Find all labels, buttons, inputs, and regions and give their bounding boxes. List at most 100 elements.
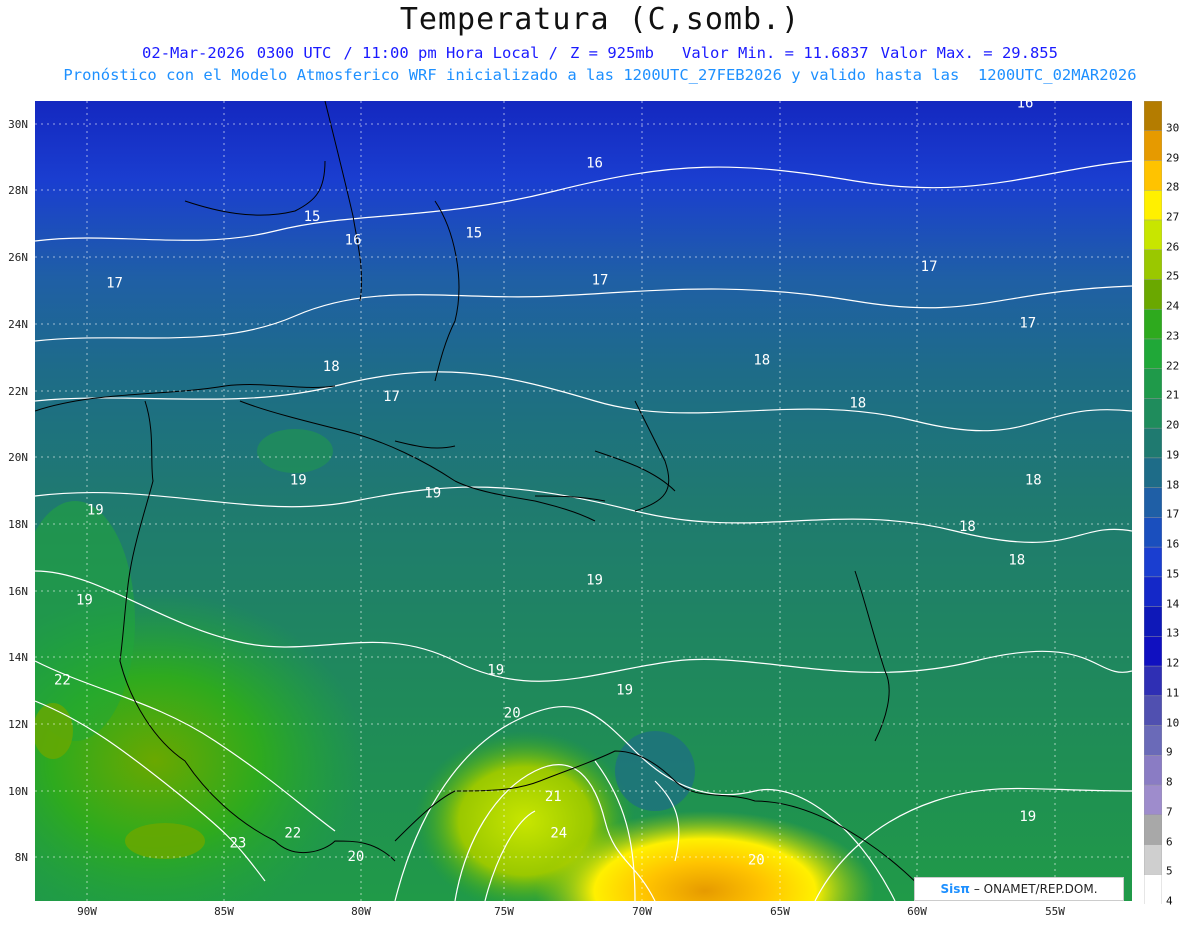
color-scale-swatch [1144, 457, 1162, 489]
lon-tick-label: 70W [632, 905, 652, 918]
lat-tick-label: 20N [8, 451, 28, 464]
color-scale-swatch [1144, 101, 1162, 132]
color-scale-swatch [1144, 874, 1162, 904]
color-scale-swatch [1144, 725, 1162, 757]
color-scale-swatch [1144, 160, 1162, 191]
forecast-date: 02-Mar-2026 [142, 44, 245, 62]
color-scale-swatch [1144, 427, 1162, 459]
contour-label: 16 [586, 156, 603, 172]
contour-label: 20 [347, 849, 364, 865]
contour-label: 19 [1019, 809, 1036, 825]
color-scale-label: 21 [1166, 388, 1180, 402]
color-scale-swatch [1144, 338, 1162, 370]
color-scale-swatch [1144, 844, 1162, 876]
color-scale-label: 6 [1166, 835, 1173, 849]
contour-label: 17 [383, 389, 400, 405]
lat-tick-label: 14N [8, 651, 28, 664]
contour-label: 19 [87, 502, 104, 518]
model-info: Pronóstico con el Modelo Atmosferico WRF… [63, 66, 1137, 84]
color-scale-label: 30 [1166, 121, 1180, 135]
color-scale-label: 24 [1166, 299, 1180, 313]
lat-tick-label: 26N [8, 251, 28, 264]
warm-patch [125, 823, 205, 859]
contour-label: 15 [304, 209, 321, 225]
color-scale-label: 18 [1166, 478, 1180, 492]
credit-box: Sisπ – ONAMET/REP.DOM. [914, 877, 1124, 901]
contour-label: 16 [345, 232, 362, 248]
color-scale-swatch [1144, 308, 1162, 340]
color-scale-label: 20 [1166, 418, 1180, 432]
color-scale-swatch [1144, 487, 1162, 519]
color-scale-label: 13 [1166, 626, 1180, 640]
color-scale-swatch [1144, 398, 1162, 429]
lon-tick-label: 65W [770, 905, 790, 918]
color-scale-label: 7 [1166, 805, 1173, 819]
color-scale-swatch [1144, 576, 1162, 608]
contour-label: 18 [323, 359, 340, 375]
color-scale-swatch [1144, 249, 1162, 281]
contour-label: 20 [504, 706, 521, 722]
contour-label: 16 [1017, 101, 1034, 112]
color-scale-label: 12 [1166, 656, 1180, 670]
max-value: Valor Max. = 29.855 [880, 44, 1058, 62]
color-scale-label: 26 [1166, 240, 1180, 254]
contour-label: 21 [545, 789, 562, 805]
contour-label: 18 [1025, 472, 1042, 488]
color-scale-swatch [1144, 606, 1162, 638]
map-title: Temperatura (C,somb.) [399, 2, 801, 37]
color-scale-swatch [1144, 279, 1162, 310]
contour-label: 17 [592, 272, 609, 288]
contour-label: 19 [487, 662, 504, 678]
color-scale-label: 22 [1166, 359, 1180, 373]
color-scale-label: 25 [1166, 269, 1180, 283]
color-scale-swatch [1144, 814, 1162, 846]
color-scale-label: 11 [1166, 686, 1180, 700]
cool-patch [257, 429, 333, 473]
contour-label: 18 [849, 396, 866, 412]
contour-label: 22 [284, 826, 301, 842]
contour-label: 19 [586, 572, 603, 588]
contour-label: 22 [54, 672, 71, 688]
contour-label: 23 [229, 836, 246, 852]
forecast-local-time: / 11:00 pm Hora Local / [343, 44, 558, 62]
contour-label: 18 [753, 352, 770, 368]
lat-tick-label: 24N [8, 318, 28, 331]
pressure-level: Z = 925mb [570, 44, 654, 62]
color-scale-label: 16 [1166, 537, 1180, 551]
color-scale-label: 4 [1166, 894, 1173, 908]
color-scale-label: 8 [1166, 775, 1173, 789]
lon-tick-label: 90W [77, 905, 97, 918]
color-scale-label: 29 [1166, 151, 1180, 164]
contour-label: 17 [1019, 316, 1036, 332]
color-scale-swatch [1144, 517, 1162, 548]
lat-tick-label: 8N [14, 851, 28, 864]
color-scale-label: 5 [1166, 864, 1173, 878]
lon-tick-label: 75W [494, 905, 514, 918]
color-scale [1144, 101, 1162, 904]
color-scale-swatch [1144, 130, 1162, 162]
color-scale-label: 17 [1166, 507, 1180, 521]
lat-tick-label: 28N [8, 184, 28, 197]
color-scale-swatch [1144, 695, 1162, 727]
color-scale-swatch [1144, 784, 1162, 816]
lat-tick-label: 30N [8, 118, 28, 131]
temperature-map: 16 16 15 16 15 17 17 17 17 18 18 17 18 19 19 18 19 18 18 19… [35, 101, 1132, 901]
lon-tick-label: 80W [351, 905, 371, 918]
contour-label: 24 [550, 826, 567, 842]
contour-label: 18 [959, 519, 976, 535]
lon-tick-label: 85W [214, 905, 234, 918]
contour-label: 19 [616, 682, 633, 698]
color-scale-label: 9 [1166, 745, 1173, 759]
color-scale-label: 14 [1166, 597, 1180, 611]
lat-tick-label: 12N [8, 718, 28, 731]
color-scale-swatch [1144, 546, 1162, 578]
min-value: Valor Min. = 11.6837 [682, 44, 869, 62]
color-scale-label: 28 [1166, 180, 1180, 194]
color-scale-swatch [1144, 755, 1162, 786]
contour-label: 19 [76, 592, 93, 608]
color-scale-swatch [1144, 368, 1162, 400]
color-scale-swatch [1144, 189, 1162, 221]
lat-tick-label: 10N [8, 785, 28, 798]
contour-label: 20 [748, 852, 765, 868]
contour-label: 17 [921, 259, 938, 275]
